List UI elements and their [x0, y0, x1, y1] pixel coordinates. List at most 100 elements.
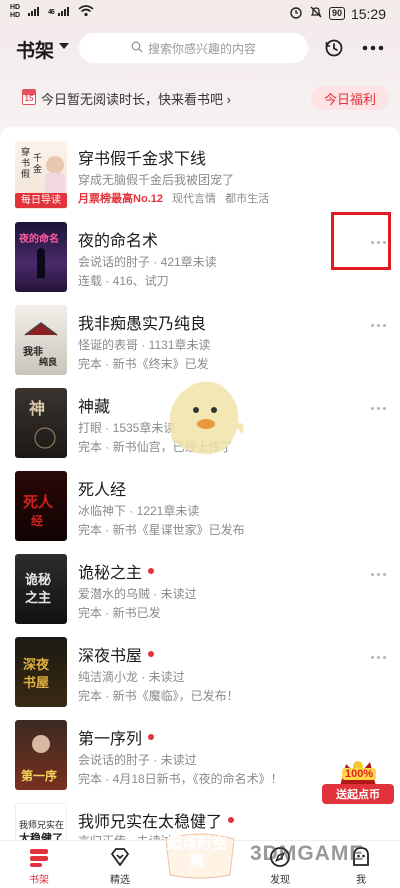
svg-text:书屋: 书屋	[23, 675, 49, 691]
nav-label: 我	[356, 875, 366, 886]
book-update-status: 完本 · 新书《魔临》，已发布！	[78, 689, 239, 703]
book-cover[interactable]: 神	[15, 388, 67, 458]
nav-label: 书架	[29, 875, 49, 886]
book-title: 夜的命名术	[78, 233, 159, 250]
nav-tab-bookshelf[interactable]: 书架	[9, 845, 69, 886]
book-title: 我师兄实在太稳健了	[78, 808, 235, 832]
highlight-annotation-box	[331, 212, 391, 270]
book-more-icon[interactable]	[371, 563, 391, 576]
book-cover[interactable]: 死人 经	[15, 471, 67, 541]
banner-text: 今日暂无阅读时长，快来看书吧 ›	[41, 92, 231, 107]
book-title: 诡秘之主	[78, 559, 155, 583]
update-dot	[148, 651, 155, 657]
status-bar: HD HD 46 90 15:29	[0, 0, 400, 28]
book-more-icon[interactable]	[371, 646, 391, 659]
book-author-progress: 冰临神下 · 1221章未读	[78, 504, 200, 518]
history-icon[interactable]	[324, 38, 344, 58]
nav-label: 精选	[110, 875, 130, 886]
book-update-status: 完本 · 新书《星谍世家》已发布	[78, 523, 245, 537]
list-item[interactable]: 神 神藏 打眼 · 1535章未读 完本 · 新书仙宫，已经上传了	[0, 383, 400, 469]
svg-text:我师兄实在: 我师兄实在	[19, 819, 64, 831]
bookshelf-icon	[27, 845, 51, 869]
svg-text:经: 经	[31, 513, 43, 528]
book-title: 深夜书屋	[78, 642, 155, 666]
signal-icon-2	[57, 5, 74, 19]
svg-text:深夜: 深夜	[23, 657, 50, 673]
svg-text:纯良: 纯良	[39, 356, 57, 368]
list-item[interactable]: 我非 纯良 我非痴愚实乃纯良 怪诞的表哥 · 1131章未读 完本 · 新书《终…	[0, 300, 400, 386]
list-item[interactable]: 深夜 书屋 深夜书屋 纯洁滴小龙 · 未读过 完本 · 新书《魔临》，已发布！	[0, 632, 400, 718]
list-item[interactable]: 穿 书 假 千 金 每日导读 穿书假千金求下线 穿成无脑假千金后我被团宠了 月票…	[0, 135, 400, 215]
book-cover[interactable]: 我师兄实在 太稳健了	[15, 803, 67, 840]
reading-banner[interactable]: 15 今日暂无阅读时长，快来看书吧 › 今日福利	[0, 80, 400, 114]
search-input[interactable]: 搜索你感兴趣的内容	[79, 33, 308, 63]
book-update-status: 连载 · 416、试刀	[78, 274, 169, 288]
calendar-icon: 15	[22, 89, 36, 105]
svg-text:书: 书	[21, 158, 30, 168]
page-title[interactable]: 书架	[16, 36, 54, 63]
more-icon[interactable]	[360, 38, 386, 58]
book-subtitle: 穿成无脑假千金后我被团宠了	[78, 173, 235, 187]
update-dot	[228, 817, 235, 823]
book-author-progress: 会说话的肘子 · 421章未读	[78, 255, 217, 269]
network-hd-label: HD HD	[10, 4, 21, 19]
clock-time: 15:29	[350, 5, 386, 22]
book-more-icon[interactable]	[371, 397, 391, 410]
category-tag: 现代言情	[172, 193, 217, 205]
book-title: 我非痴愚实乃纯良	[78, 316, 207, 333]
rank-tag: 月票榜最高No.12	[78, 193, 163, 205]
alarm-icon	[289, 5, 303, 22]
nav-label: 发现	[270, 875, 290, 886]
wifi-icon	[78, 4, 94, 20]
svg-text:之主: 之主	[25, 590, 51, 606]
book-title: 穿书假千金求下线	[78, 151, 207, 168]
book-more-icon[interactable]	[371, 314, 391, 327]
daily-welfare-button[interactable]: 今日福利	[311, 86, 389, 110]
mute-bell-icon	[309, 5, 323, 22]
network-type-label: 46	[48, 8, 55, 16]
time-ticket-label: 起点时空票	[166, 835, 228, 871]
book-author-progress: 纯洁滴小龙 · 未读过	[78, 670, 185, 684]
update-dot	[148, 568, 155, 574]
book-cover[interactable]: 第一序	[15, 720, 67, 790]
time-ticket-promo[interactable]: 起点时空票	[152, 831, 248, 879]
search-icon	[131, 41, 143, 56]
svg-text:穿: 穿	[21, 146, 30, 157]
book-cover[interactable]: 诡秘 之主	[15, 554, 67, 624]
nav-tab-featured[interactable]: 精选	[90, 845, 150, 886]
book-cover[interactable]: 夜的命名	[15, 222, 67, 292]
svg-text:神: 神	[29, 399, 45, 418]
book-update-status: 完本 · 新书仙宫，已经上传了	[78, 440, 233, 454]
promo-text: 送起点币	[322, 784, 394, 804]
coin-promo-badge[interactable]: 100% 送起点币	[322, 756, 394, 814]
svg-text:我非: 我非	[23, 345, 43, 358]
book-cover[interactable]: 我非 纯良	[15, 305, 67, 375]
svg-text:金: 金	[33, 163, 42, 174]
book-author-progress: 爱潜水的乌贼 · 未读过	[78, 587, 197, 601]
svg-text:千: 千	[33, 153, 42, 163]
category-tag: 都市生活	[225, 193, 270, 205]
book-tags: 月票榜最高No.12 现代言情 都市生活	[78, 190, 269, 206]
book-update-status: 完本 · 4月18日新书，《夜的命名术》！	[78, 772, 283, 786]
list-item[interactable]: 诡秘 之主 诡秘之主 爱潜水的乌贼 · 未读过 完本 · 新书已发	[0, 549, 400, 635]
book-update-status: 完本 · 新书《终末》已发	[78, 357, 209, 371]
book-cover[interactable]: 穿 书 假 千 金 每日导读	[15, 141, 67, 209]
list-item[interactable]: 死人 经 死人经 冰临神下 · 1221章未读 完本 · 新书《星谍世家》已发布	[0, 466, 400, 552]
svg-text:太稳健了: 太稳健了	[18, 831, 63, 840]
book-title: 死人经	[78, 482, 127, 499]
svg-text:死人: 死人	[23, 493, 54, 511]
svg-text:假: 假	[21, 169, 30, 179]
book-update-status: 完本 · 新书已发	[78, 606, 161, 620]
signal-icon	[28, 5, 44, 19]
book-title: 第一序列	[78, 725, 155, 749]
title-dropdown-icon[interactable]	[59, 43, 69, 49]
svg-text:第一序: 第一序	[21, 768, 57, 783]
daily-guide-badge: 每日导读	[15, 193, 67, 208]
book-author-progress: 怪诞的表哥 · 1131章未读	[78, 338, 211, 352]
header: 书架 搜索你感兴趣的内容	[0, 30, 400, 66]
chevron-right-icon: ›	[226, 92, 231, 107]
search-placeholder: 搜索你感兴趣的内容	[147, 41, 256, 56]
book-cover[interactable]: 深夜 书屋	[15, 637, 67, 707]
battery-indicator: 90	[328, 7, 345, 20]
diamond-icon	[108, 845, 132, 869]
